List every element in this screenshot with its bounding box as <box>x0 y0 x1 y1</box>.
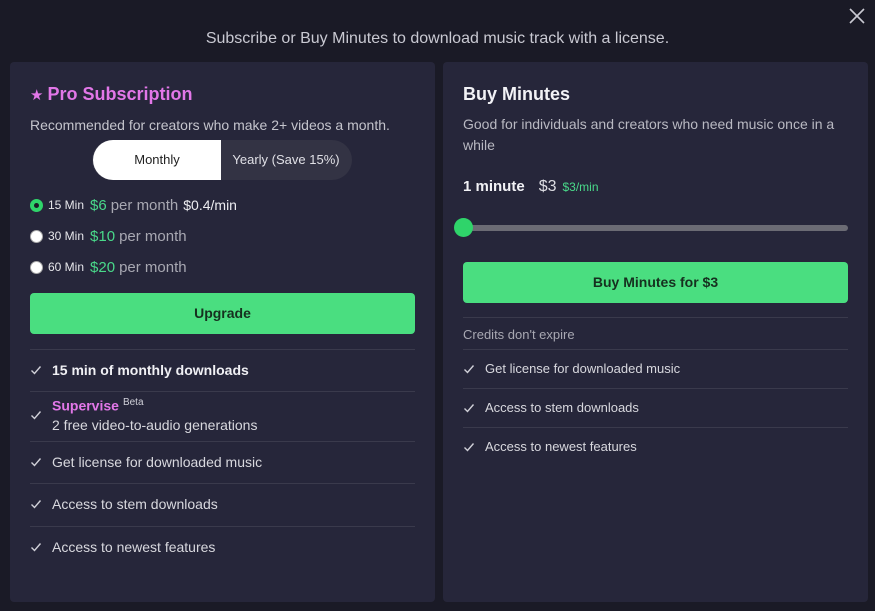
feature-newest-features: Access to newest features <box>30 539 215 555</box>
minutes-slider-track[interactable] <box>463 225 848 231</box>
minute-rate: $3/min <box>562 180 599 194</box>
star-icon: ★ <box>30 87 44 104</box>
divider <box>30 526 415 527</box>
feature-stem-downloads: Access to stem downloads <box>30 496 218 512</box>
plan-radio-30[interactable] <box>30 229 43 243</box>
minute-price: $3 <box>538 178 557 195</box>
credits-note: Credits don't expire <box>463 327 575 342</box>
plan-option-60[interactable]: 60 Min $20 per month <box>30 256 192 278</box>
plan-radio-15[interactable] <box>30 198 43 212</box>
buy-minutes-description: Good for individuals and creators who ne… <box>463 116 835 153</box>
monthly-toggle-option[interactable]: Monthly <box>93 140 221 180</box>
divider <box>463 427 848 428</box>
beta-badge: Beta <box>122 397 144 408</box>
divider <box>30 441 415 442</box>
modal-title: Subscribe or Buy Minutes to download mus… <box>205 30 670 47</box>
check-icon <box>31 411 42 420</box>
divider <box>30 349 415 350</box>
feature-supervise: Supervise Beta 2 free video-to-audio gene… <box>30 397 257 433</box>
check-icon <box>464 442 475 452</box>
minutes-slider-thumb[interactable] <box>454 218 473 237</box>
minute-count: 1 minute <box>463 178 525 195</box>
yearly-toggle-option[interactable]: Yearly (Save 15%) <box>222 140 350 180</box>
pro-subscription-card: ★ Pro Subscription Recommended for creato… <box>10 62 435 602</box>
plan-radio-60[interactable] <box>30 260 43 274</box>
feature-license: Get license for downloaded music <box>30 454 262 470</box>
buy-minutes-title: Buy Minutes <box>463 84 571 104</box>
check-icon <box>31 366 42 375</box>
buy-feature-newest-features: Access to newest features <box>463 439 637 454</box>
check-icon <box>31 458 42 467</box>
divider <box>30 483 415 484</box>
buy-feature-stem-downloads: Access to stem downloads <box>463 400 639 415</box>
close-icon[interactable] <box>847 6 867 26</box>
supervise-description: 2 free video-to-audio generations <box>52 416 258 433</box>
upgrade-button[interactable]: Upgrade <box>30 293 415 334</box>
buy-minutes-card: Buy Minutes Good for individuals and cre… <box>443 62 868 602</box>
feature-monthly-downloads: 15 min of monthly downloads <box>30 362 249 378</box>
plan-option-30[interactable]: 30 Min $10 per month <box>30 225 192 247</box>
billing-toggle: Monthly Yearly (Save 15%) <box>92 140 352 180</box>
divider <box>30 391 415 392</box>
check-icon <box>464 403 475 413</box>
divider <box>463 317 848 318</box>
divider <box>463 388 848 389</box>
check-icon <box>31 543 42 552</box>
plan-option-15[interactable]: 15 Min $6 per month $0.4/min <box>30 194 237 216</box>
pro-subtitle: Recommended for creators who make 2+ vid… <box>30 117 390 133</box>
check-icon <box>31 500 42 509</box>
buy-minutes-button[interactable]: Buy Minutes for $3 <box>463 262 848 303</box>
minute-price-row: 1 minute $3 $3/min <box>463 178 599 196</box>
buy-feature-license: Get license for downloaded music <box>463 361 680 376</box>
pro-subscription-title: ★ Pro Subscription <box>30 84 193 104</box>
divider <box>463 349 848 350</box>
supervise-label: Supervise <box>52 397 119 414</box>
check-icon <box>464 364 475 374</box>
